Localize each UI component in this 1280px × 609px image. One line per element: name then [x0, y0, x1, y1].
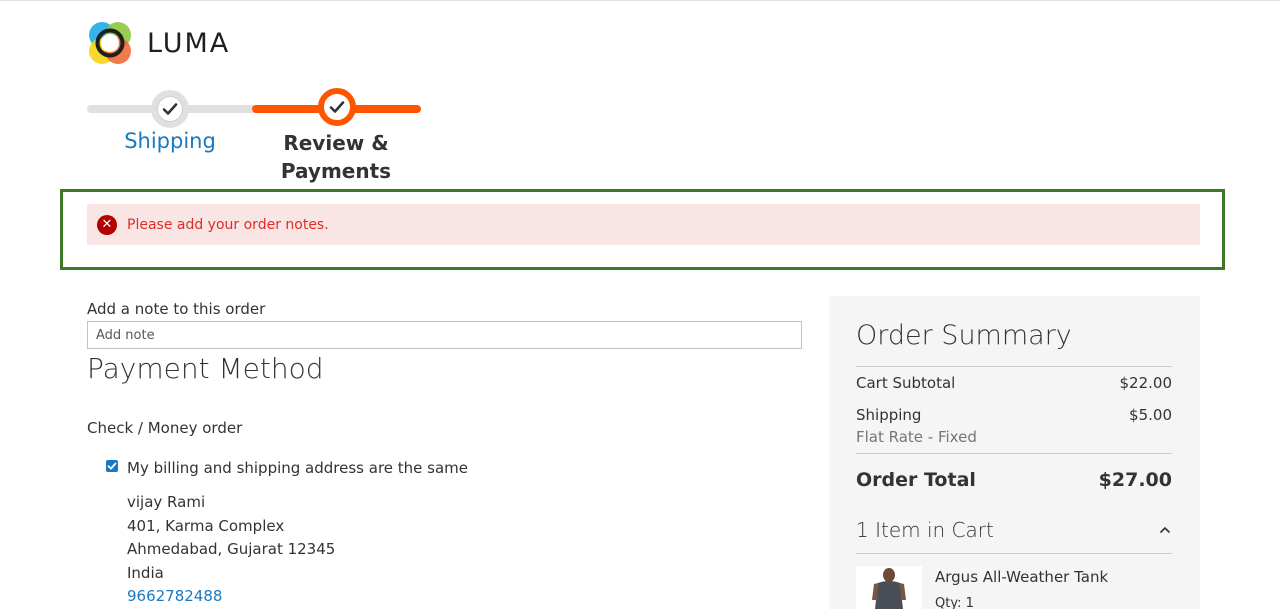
step-review-marker	[318, 88, 356, 126]
address-street: 401, Karma Complex	[127, 516, 285, 535]
summary-divider	[856, 366, 1172, 367]
check-icon	[107, 462, 117, 470]
logo-text: LUMA	[147, 27, 231, 59]
shipping-row: Shipping $5.00	[856, 406, 1172, 424]
order-total-value: $27.00	[1098, 469, 1172, 491]
items-in-cart-heading: 1 Item in Cart	[856, 518, 994, 542]
step-shipping-marker[interactable]	[151, 90, 189, 128]
step-review-label: Review & Payments	[280, 131, 392, 183]
checkmark-icon	[329, 101, 345, 113]
same-address-label[interactable]: My billing and shipping address are the …	[127, 459, 468, 477]
shipping-label: Shipping	[856, 406, 922, 424]
error-text: Please add your order notes.	[127, 216, 329, 233]
cart-subtotal-label: Cart Subtotal	[856, 374, 956, 392]
items-in-cart-toggle[interactable]: 1 Item in Cart	[856, 518, 1172, 542]
order-summary: Order Summary Cart Subtotal $22.00 Shipp…	[829, 296, 1200, 609]
top-divider	[0, 0, 1280, 1]
order-total-row: Order Total $27.00	[856, 469, 1172, 491]
shipping-value: $5.00	[1129, 406, 1172, 424]
cart-subtotal-value: $22.00	[1119, 374, 1173, 392]
address-name: vijay Rami	[127, 493, 206, 511]
checkout-progress-bar: Shipping Review & Payments	[87, 88, 421, 188]
product-name[interactable]: Argus All-Weather Tank	[935, 568, 1108, 586]
summary-divider	[856, 553, 1172, 554]
order-note-input[interactable]	[87, 321, 802, 349]
order-note-label: Add a note to this order	[87, 300, 266, 318]
payment-method-title: Payment Method	[87, 352, 324, 385]
address-city: Ahmedabad, Gujarat 12345	[127, 540, 336, 558]
checkmark-icon	[162, 103, 178, 115]
payment-option-check-money-order[interactable]: Check / Money order	[87, 419, 242, 437]
cart-subtotal-row: Cart Subtotal $22.00	[856, 374, 1172, 392]
shipping-method: Flat Rate - Fixed	[856, 428, 977, 446]
store-logo[interactable]: LUMA	[87, 20, 230, 66]
address-country: India	[127, 563, 164, 582]
order-summary-title: Order Summary	[856, 320, 1072, 351]
product-image	[856, 566, 922, 609]
same-address-checkbox[interactable]	[106, 460, 118, 472]
error-icon: ✕	[97, 214, 117, 235]
billing-address: vijay Rami 401, Karma Complex Ahmedabad,…	[127, 491, 335, 609]
address-phone-link[interactable]: 9662782488	[127, 585, 335, 609]
product-qty: Qty: 1	[935, 596, 974, 609]
summary-divider	[856, 453, 1172, 454]
order-total-label: Order Total	[856, 469, 976, 491]
error-message: ✕ Please add your order notes.	[87, 204, 1200, 245]
luma-logo-icon	[89, 22, 131, 64]
product-thumbnail	[856, 566, 922, 609]
step-shipping-link[interactable]: Shipping	[117, 129, 223, 153]
chevron-up-icon	[1160, 527, 1170, 533]
